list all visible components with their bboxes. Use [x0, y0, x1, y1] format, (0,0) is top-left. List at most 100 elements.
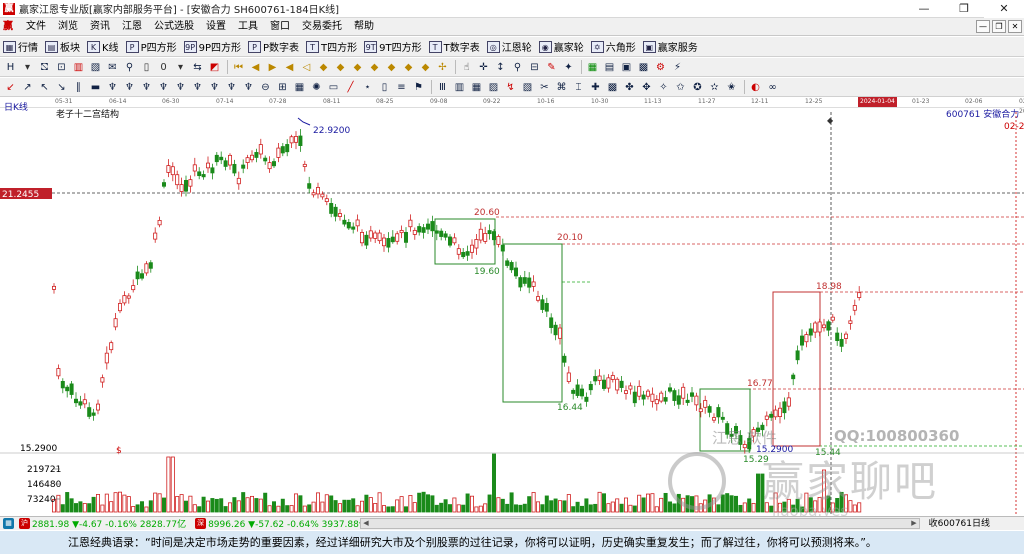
menu-tools[interactable]: 工具	[232, 18, 264, 36]
toolbar2-tool-icon-0[interactable]: H	[3, 60, 18, 75]
menu-help[interactable]: 帮助	[348, 18, 380, 36]
toolbar2-tool-icon-25[interactable]: ◆	[418, 60, 433, 75]
toolbar-gann-wheel-button[interactable]: ◎ 江恩轮	[484, 38, 536, 56]
toolbar2-tool-icon-9[interactable]: 0	[156, 60, 171, 75]
toolbar2-tool-icon-1[interactable]: ▾	[20, 60, 35, 75]
toolbar3-tool-icon-28[interactable]: ▦	[469, 80, 484, 95]
toolbar-9p-square-button[interactable]: 9P 9P四方形	[181, 38, 245, 56]
mdi-restore-button[interactable]: ❐	[992, 20, 1006, 33]
minimize-button[interactable]: —	[904, 0, 944, 18]
toolbar3-tool-icon-11[interactable]: ♆	[190, 80, 205, 95]
toolbar3-tool-icon-45[interactable]: ◐	[748, 80, 763, 95]
menu-info[interactable]: 资讯	[84, 18, 116, 36]
toolbar2-tool-icon-15[interactable]: ◀	[248, 60, 263, 75]
toolbar3-tool-icon-29[interactable]: ▨	[486, 80, 501, 95]
toolbar2-tool-icon-19[interactable]: ◆	[316, 60, 331, 75]
toolbar2-tool-icon-36[interactable]: ▦	[585, 60, 600, 75]
toolbar3-tool-icon-20[interactable]: ╱	[343, 80, 358, 95]
toolbar3-tool-icon-32[interactable]: ✂	[537, 80, 552, 95]
toolbar-p-square-button[interactable]: P P四方形	[123, 38, 181, 56]
toolbar2-tool-icon-5[interactable]: ▧	[88, 60, 103, 75]
toolbar2-tool-icon-34[interactable]: ✦	[561, 60, 576, 75]
toolbar2-tool-icon-23[interactable]: ◆	[384, 60, 399, 75]
toolbar-t-square-button[interactable]: T T四方形	[303, 38, 361, 56]
toolbar3-tool-icon-42[interactable]: ✫	[707, 80, 722, 95]
toolbar3-tool-icon-5[interactable]: ▬	[88, 80, 103, 95]
toolbar3-tool-icon-40[interactable]: ✩	[673, 80, 688, 95]
toolbar3-tool-icon-0[interactable]: ↙	[3, 80, 18, 95]
toolbar3-tool-icon-31[interactable]: ▧	[520, 80, 535, 95]
toolbar-winner-wheel-button[interactable]: ◉ 赢家轮	[536, 38, 588, 56]
toolbar2-tool-icon-16[interactable]: ▶	[265, 60, 280, 75]
menu-formula[interactable]: 公式选股	[148, 18, 200, 36]
toolbar2-tool-icon-3[interactable]: ⊡	[54, 60, 69, 75]
menu-gann[interactable]: 江恩	[116, 18, 148, 36]
toolbar2-tool-icon-10[interactable]: ▾	[173, 60, 188, 75]
toolbar2-tool-icon-41[interactable]: ⚡	[670, 60, 685, 75]
toolbar3-tool-icon-43[interactable]: ✬	[724, 80, 739, 95]
toolbar-service-button[interactable]: ▣ 赢家服务	[640, 38, 702, 56]
toolbar2-tool-icon-17[interactable]: ◀	[282, 60, 297, 75]
toolbar3-tool-icon-38[interactable]: ✥	[639, 80, 654, 95]
toolbar3-tool-icon-9[interactable]: ♆	[156, 80, 171, 95]
toolbar3-tool-icon-23[interactable]: ≡	[394, 80, 409, 95]
toolbar2-tool-icon-24[interactable]: ◆	[401, 60, 416, 75]
toolbar2-tool-icon-20[interactable]: ◆	[333, 60, 348, 75]
toolbar-p-digit-button[interactable]: P P数字表	[245, 38, 303, 56]
toolbar2-tool-icon-38[interactable]: ▣	[619, 60, 634, 75]
toolbar3-tool-icon-3[interactable]: ↘	[54, 80, 69, 95]
toolbar3-tool-icon-10[interactable]: ♆	[173, 80, 188, 95]
close-button[interactable]: ✕	[984, 0, 1024, 18]
mdi-close-button[interactable]: ✕	[1008, 20, 1022, 33]
toolbar2-tool-icon-6[interactable]: ✉	[105, 60, 120, 75]
toolbar2-tool-icon-7[interactable]: ⚲	[122, 60, 137, 75]
menu-settings[interactable]: 设置	[200, 18, 232, 36]
toolbar2-tool-icon-26[interactable]: ✢	[435, 60, 450, 75]
toolbar3-tool-icon-27[interactable]: ▥	[452, 80, 467, 95]
toolbar3-tool-icon-15[interactable]: ⊖	[258, 80, 273, 95]
toolbar3-tool-icon-30[interactable]: ↯	[503, 80, 518, 95]
toolbar3-tool-icon-19[interactable]: ▭	[326, 80, 341, 95]
kline-svg[interactable]: 日K线 老子十二宫结构 600761 安徽合力 02-2 21.2455 ◆ 2…	[0, 98, 1024, 516]
toolbar3-tool-icon-2[interactable]: ↖	[37, 80, 52, 95]
toolbar-hexagram-button[interactable]: ✡ 六角形	[588, 38, 640, 56]
toolbar3-tool-icon-6[interactable]: ♆	[105, 80, 120, 95]
grid-status-icon[interactable]: ▦	[3, 518, 14, 529]
toolbar2-tool-icon-4[interactable]: ▥	[71, 60, 86, 75]
toolbar3-tool-icon-34[interactable]: ⌶	[571, 80, 586, 95]
toolbar-grid-button[interactable]: ▦ 行情	[0, 38, 42, 56]
toolbar2-tool-icon-11[interactable]: ⇆	[190, 60, 205, 75]
toolbar-blocks-button[interactable]: ▤ 板块	[42, 38, 84, 56]
toolbar3-tool-icon-14[interactable]: ♆	[241, 80, 256, 95]
maximize-button[interactable]: ❐	[944, 0, 984, 18]
menu-browse[interactable]: 浏览	[52, 18, 84, 36]
toolbar2-tool-icon-22[interactable]: ◆	[367, 60, 382, 75]
toolbar3-tool-icon-46[interactable]: ∞	[765, 80, 780, 95]
toolbar2-tool-icon-12[interactable]: ◩	[207, 60, 222, 75]
toolbar3-tool-icon-36[interactable]: ▩	[605, 80, 620, 95]
toolbar3-tool-icon-26[interactable]: Ⅲ	[435, 80, 450, 95]
toolbar-9t-square-button[interactable]: 9T 9T四方形	[361, 38, 425, 56]
horizontal-scrollbar[interactable]: ◀ ▶	[360, 518, 920, 529]
toolbar2-tool-icon-18[interactable]: ◁	[299, 60, 314, 75]
toolbar3-tool-icon-22[interactable]: ▯	[377, 80, 392, 95]
toolbar3-tool-icon-21[interactable]: ⋆	[360, 80, 375, 95]
menu-file[interactable]: 文件	[20, 18, 52, 36]
toolbar-t-digit-button[interactable]: T T数字表	[426, 38, 484, 56]
toolbar3-tool-icon-18[interactable]: ✺	[309, 80, 324, 95]
toolbar3-tool-icon-4[interactable]: ∥	[71, 80, 86, 95]
kline-chart[interactable]: 日K线 老子十二宫结构 600761 安徽合力 02-2 21.2455 ◆ 2…	[0, 98, 1024, 520]
toolbar3-tool-icon-7[interactable]: ♆	[122, 80, 137, 95]
toolbar2-tool-icon-32[interactable]: ⊟	[527, 60, 542, 75]
menu-window[interactable]: 窗口	[264, 18, 296, 36]
scroll-left-icon[interactable]: ◀	[361, 518, 371, 529]
toolbar2-tool-icon-30[interactable]: ↕	[493, 60, 508, 75]
scroll-right-icon[interactable]: ▶	[909, 518, 919, 529]
toolbar3-tool-icon-35[interactable]: ✚	[588, 80, 603, 95]
mdi-minimize-button[interactable]: —	[976, 20, 990, 33]
toolbar2-tool-icon-31[interactable]: ⚲	[510, 60, 525, 75]
toolbar3-tool-icon-33[interactable]: ⌘	[554, 80, 569, 95]
toolbar2-tool-icon-2[interactable]: ⛞	[37, 60, 52, 75]
toolbar2-tool-icon-28[interactable]: ☝	[459, 60, 474, 75]
toolbar3-tool-icon-37[interactable]: ✤	[622, 80, 637, 95]
